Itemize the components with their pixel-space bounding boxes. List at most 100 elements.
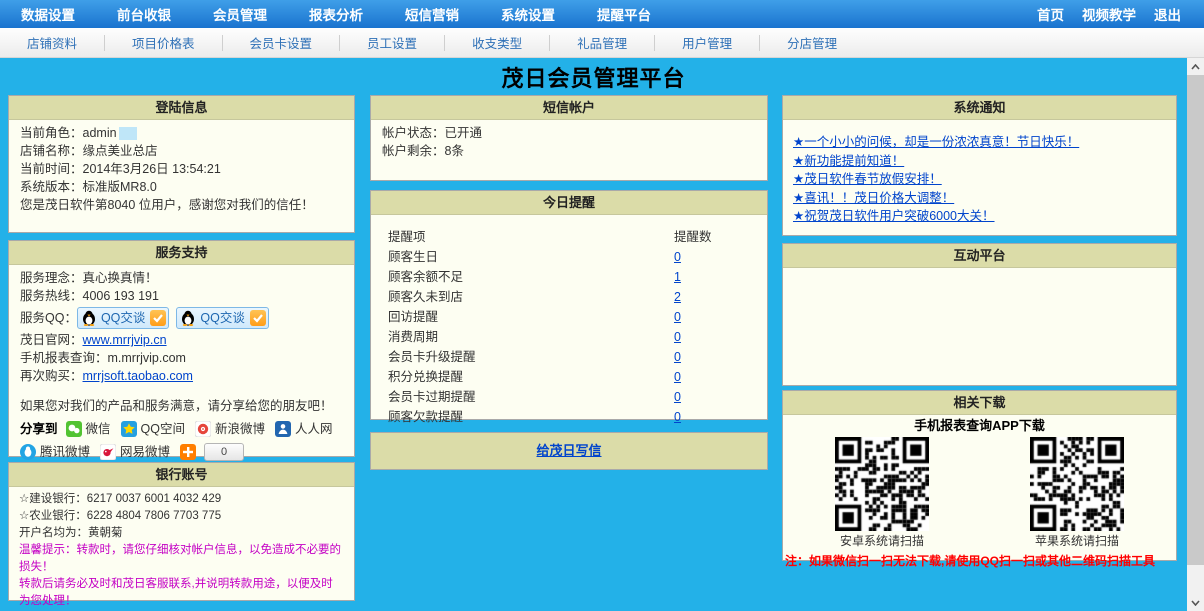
subnav-user-manage[interactable]: 用户管理 [655,33,759,52]
share-label: 分享到 [20,420,58,438]
current-time: 当前时间：2014年3月26日 13:54:21 [20,160,343,178]
reminder-count-link[interactable]: 0 [674,387,681,407]
rebuy-link[interactable]: mrrjsoft.taobao.com [83,369,193,383]
qq-penguin-icon [82,310,98,326]
downloads-title: 相关下载 [783,391,1176,415]
notice-link[interactable]: ★茂日软件春节放假安排！ [793,170,1166,189]
ios-qr-caption: 苹果系统请扫描 [1030,532,1124,550]
rebuy: 再次购买：mrrjsoft.taobao.com [20,367,343,385]
reminder-count-link[interactable]: 1 [674,267,681,287]
reminder-label: 顾客欠款提醒 [388,410,463,424]
reminder-row: 顾客久未到店2 [371,287,767,307]
notice-link[interactable]: ★新功能提前知道！ [793,152,1166,171]
nav-member-manage[interactable]: 会员管理 [192,4,288,24]
notice-link[interactable]: ★祝贺茂日软件用户突破6000大关！ [793,207,1166,226]
system-notices-panel: 系统通知 ★一个小小的问候，却是一份浓浓真意！节日快乐！ ★新功能提前知道！ ★… [782,95,1177,236]
subnav-income-expense[interactable]: 收支类型 [445,33,549,52]
nav-home[interactable]: 首页 [1028,4,1073,24]
qq-chat-label: QQ交谈 [200,309,244,327]
nav-video-tutorial[interactable]: 视频教学 [1073,4,1145,24]
top-nav-bar: 数据设置 前台收银 会员管理 报表分析 短信营销 系统设置 提醒平台 首页 视频… [0,0,1204,28]
android-qr-code [835,437,929,531]
subnav-branch-manage[interactable]: 分店管理 [760,33,864,52]
renren-icon[interactable] [275,421,291,437]
reminder-count-link[interactable]: 0 [674,407,681,427]
reminder-label: 会员卡过期提醒 [388,390,476,404]
sms-status: 帐户状态：已开通 [382,124,756,142]
qq-check-icon [150,310,166,326]
share-sina-weibo[interactable]: 新浪微博 [215,420,265,438]
reminder-count-link[interactable]: 2 [674,287,681,307]
share-renren[interactable]: 人人网 [295,420,333,438]
sms-balance: 帐户剩余：8条 [382,142,756,160]
reminder-count-link[interactable]: 0 [674,367,681,387]
reminder-count-link[interactable]: 0 [674,307,681,327]
sub-nav-bar: 店铺资料 项目价格表 会员卡设置 员工设置 收支类型 礼品管理 用户管理 分店管… [0,28,1204,58]
subnav-price-list[interactable]: 项目价格表 [105,33,222,52]
ios-qr-code [1030,437,1124,531]
bank-account-panel: 银行账号 ☆建设银行：6217 0037 6001 4032 429 ☆农业银行… [8,462,355,601]
reminder-row: 会员卡过期提醒 0 [371,387,767,407]
write-letter-link[interactable]: 给茂日写信 [536,443,601,458]
service-qq-row: 服务QQ： QQ交谈 QQ交谈 [20,305,343,331]
nav-report-analysis[interactable]: 报表分析 [288,4,384,24]
main-area: 茂日会员管理平台 登陆信息 当前角色：admin 店铺名称：缘点美业总店 当前时… [0,58,1204,611]
share-row-1: 分享到 微信 QQ空间 新浪微博 人人网 [20,419,343,438]
reminder-row: 顾客欠款提醒 0 [371,407,767,427]
qzone-icon[interactable] [121,421,137,437]
service-support-title: 服务支持 [9,241,354,265]
subnav-shop-info[interactable]: 店铺资料 [0,33,104,52]
scroll-down-button[interactable] [1187,594,1204,611]
qq-chat-button-1[interactable]: QQ交谈 [77,307,169,329]
netease-weibo-icon[interactable] [100,444,116,460]
share-tencent-weibo[interactable]: 腾讯微博 [40,443,90,461]
reminder-count-link[interactable]: 0 [674,347,681,367]
reminder-label: 积分兑换提醒 [388,370,463,384]
wechat-icon[interactable] [66,421,82,437]
vertical-scrollbar[interactable] [1187,58,1204,611]
reminder-label: 消费周期 [388,330,438,344]
reminder-row: 会员卡升级提醒0 [371,347,767,367]
share-qzone[interactable]: QQ空间 [141,420,185,438]
bank-warning-2: 转款后请务必及时和茂日客服联系,并说明转款用途，以便及时为您处理！ [19,576,344,610]
today-reminders-title: 今日提醒 [371,191,767,215]
share-count-bubble: 0 [204,443,244,461]
subnav-member-card[interactable]: 会员卡设置 [223,33,340,52]
reminder-col-count: 提醒数 [674,227,712,247]
share-wechat[interactable]: 微信 [86,420,111,438]
login-info-title: 登陆信息 [9,96,354,120]
share-row-2: 腾讯微博 网易微博 0 [20,442,343,461]
reminder-count-link[interactable]: 0 [674,327,681,347]
service-philosophy: 服务理念：真心换真情！ [20,269,343,287]
qq-penguin-icon [181,310,197,326]
android-qr-caption: 安卓系统请扫描 [835,532,929,550]
sina-weibo-icon[interactable] [195,421,211,437]
reminder-count-link[interactable]: 0 [674,247,681,267]
bank-account-title: 银行账号 [9,463,354,487]
nav-system-settings[interactable]: 系统设置 [480,4,576,24]
service-support-panel: 服务支持 服务理念：真心换真情！ 服务热线：4006 193 191 服务QQ：… [8,240,355,457]
share-more-icon[interactable] [180,444,196,460]
qq-chat-button-2[interactable]: QQ交谈 [176,307,268,329]
text-selection-highlight [119,127,137,140]
downloads-note: 注：如果微信扫一扫无法下载,请使用QQ扫一扫或其他二维码扫描工具 [783,552,1176,570]
nav-data-settings[interactable]: 数据设置 [0,4,96,24]
nav-front-cashier[interactable]: 前台收银 [96,4,192,24]
sms-account-title: 短信帐户 [371,96,767,120]
service-qq-label: 服务QQ： [20,309,77,327]
official-site-link[interactable]: www.mrrjvip.cn [83,333,167,347]
nav-logout[interactable]: 退出 [1145,4,1190,24]
subnav-gift-manage[interactable]: 礼品管理 [550,33,654,52]
tencent-weibo-icon[interactable] [20,444,36,460]
notice-link[interactable]: ★一个小小的问候，却是一份浓浓真意！节日快乐！ [793,133,1166,152]
scroll-up-button[interactable] [1187,58,1204,75]
scrollbar-thumb[interactable] [1187,75,1204,565]
subnav-staff-settings[interactable]: 员工设置 [340,33,444,52]
login-info-panel: 登陆信息 当前角色：admin 店铺名称：缘点美业总店 当前时间：2014年3月… [8,95,355,233]
reminder-row: 积分兑换提醒 0 [371,367,767,387]
nav-sms-marketing[interactable]: 短信营销 [384,4,480,24]
notice-link[interactable]: ★喜讯！！茂日价格大调整！ [793,189,1166,208]
reminder-label: 顾客余额不足 [388,270,463,284]
share-netease-weibo[interactable]: 网易微博 [120,443,170,461]
nav-reminder-platform[interactable]: 提醒平台 [576,4,672,24]
